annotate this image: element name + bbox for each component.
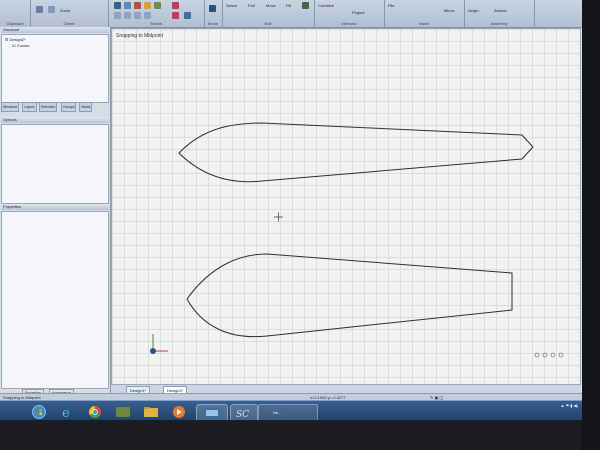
ribbon: Clipboard Zoom Orient Sketch Mode Select… — [0, 0, 582, 28]
tab-layers[interactable]: Layers — [22, 102, 37, 112]
tab-groups[interactable]: Groups — [61, 102, 77, 112]
trim-tool-icon[interactable] — [172, 2, 179, 9]
ribbon-group-label: Edit — [264, 21, 272, 26]
application-window: Clipboard Zoom Orient Sketch Mode Select… — [0, 0, 582, 420]
tree-item-design[interactable]: ⊟ Design2* — [5, 37, 26, 42]
ribbon-group-label: Mode — [207, 21, 218, 26]
media-center-icon[interactable] — [112, 404, 134, 420]
properties-panel-header: Properties — [1, 204, 109, 210]
ribbon-group-insert: File Mirror Insert — [384, 0, 465, 27]
blade-curve-lower[interactable] — [186, 253, 513, 338]
line-tool-icon[interactable] — [114, 2, 121, 9]
spaceclaim-taskbar-icon[interactable]: SC — [230, 404, 258, 420]
ribbon-group-label: Assembly — [490, 21, 508, 26]
file-explorer-icon[interactable] — [140, 404, 162, 420]
offset-tool-icon[interactable] — [134, 12, 141, 19]
select-button[interactable]: Select — [226, 3, 237, 8]
structure-panel-tabs: Structure Layers Selection Groups Views — [1, 102, 109, 112]
svg-text:SC: SC — [236, 410, 249, 420]
fill-button[interactable]: Fill — [286, 3, 291, 8]
taskbar-active-window[interactable]: Ne... — [258, 404, 318, 420]
point-tool-icon[interactable] — [144, 12, 151, 19]
combine-button[interactable]: Combine — [318, 3, 334, 8]
ribbon-group-assembly: Origin Anchor Assembly — [464, 0, 535, 27]
zoom-button[interactable]: Zoom — [60, 8, 70, 13]
photo-viewer-icon[interactable] — [196, 404, 228, 420]
circle-tool-icon[interactable] — [134, 2, 141, 9]
left-panels: Structure ⊟ Design2* ☑ Curves Structure … — [0, 27, 111, 400]
tab-views[interactable]: Views — [79, 102, 93, 112]
media-player-icon[interactable] — [168, 404, 190, 420]
tree-item-label: Design2* — [9, 37, 26, 42]
origin-button[interactable]: Origin — [468, 8, 479, 13]
ellipse-tool-icon[interactable] — [124, 12, 131, 19]
bend-tool-icon[interactable] — [172, 12, 179, 19]
options-panel — [1, 124, 109, 204]
tab-selection[interactable]: Selection — [39, 102, 58, 112]
structure-panel-header: Structure — [1, 27, 109, 33]
ribbon-group-clipboard: Clipboard — [0, 0, 31, 27]
pull-button[interactable]: Pull — [248, 3, 255, 8]
arc-tool-icon[interactable] — [114, 12, 121, 19]
view-controls-icon[interactable] — [534, 352, 564, 358]
ribbon-group-edit: Select Pull Move Fill Edit — [222, 0, 315, 27]
ribbon-group-intersect: Combine Project Intersect — [314, 0, 385, 27]
rectangle-tool-icon[interactable] — [124, 2, 131, 9]
polygon-tool-icon[interactable] — [144, 2, 151, 9]
project-button[interactable]: Project — [352, 10, 364, 15]
design-canvas[interactable]: Snapping to Midpoint — [111, 28, 581, 385]
file-button[interactable]: File — [388, 3, 394, 8]
start-button[interactable] — [28, 404, 50, 420]
ribbon-group-sketch: Sketch — [108, 0, 205, 27]
structure-tree: ⊟ Design2* ☑ Curves — [1, 34, 109, 103]
internet-explorer-icon[interactable]: e — [56, 404, 78, 420]
tweak-face-icon[interactable] — [302, 2, 309, 9]
rotate-icon[interactable] — [36, 6, 43, 13]
properties-panel — [1, 211, 109, 389]
split-tool-icon[interactable] — [184, 12, 191, 19]
anchor-button[interactable]: Anchor — [494, 8, 507, 13]
chrome-icon[interactable] — [84, 404, 106, 420]
windows-taskbar: e SC Ne... ▲ ⚑ ▮ ◀) — [0, 400, 582, 420]
ribbon-group-label: Clipboard — [6, 21, 24, 26]
tree-item-label: Curves — [16, 43, 30, 48]
mirror-button[interactable]: Mirror — [444, 8, 454, 13]
sketch-curves — [150, 122, 564, 358]
monitor-bezel — [582, 0, 600, 450]
svg-text:e: e — [62, 406, 70, 420]
ribbon-group-label: Orient — [63, 21, 75, 26]
tab-structure[interactable]: Structure — [1, 102, 20, 112]
pan-icon[interactable] — [48, 6, 55, 13]
tree-item-curves[interactable]: ☑ Curves — [12, 43, 29, 48]
axis-triad-icon — [150, 334, 168, 354]
system-tray: ▲ ⚑ ▮ ◀) — [561, 403, 579, 409]
move-button[interactable]: Move — [266, 3, 276, 8]
ribbon-group-orient: Zoom Orient — [30, 0, 109, 27]
spline-tool-icon[interactable] — [154, 2, 161, 9]
ribbon-group-label: Intersect — [341, 21, 357, 26]
options-panel-header: Options — [1, 117, 109, 123]
blade-curve-upper[interactable] — [178, 122, 534, 183]
ribbon-group-label: Insert — [418, 21, 429, 26]
ribbon-group-label: Sketch — [149, 21, 163, 26]
sketch-mode-icon[interactable] — [209, 5, 216, 12]
ribbon-group-mode: Mode — [204, 0, 223, 27]
tray-icons[interactable]: ▲ ⚑ ▮ ◀) — [561, 403, 579, 409]
cursor-crosshair — [274, 212, 283, 222]
